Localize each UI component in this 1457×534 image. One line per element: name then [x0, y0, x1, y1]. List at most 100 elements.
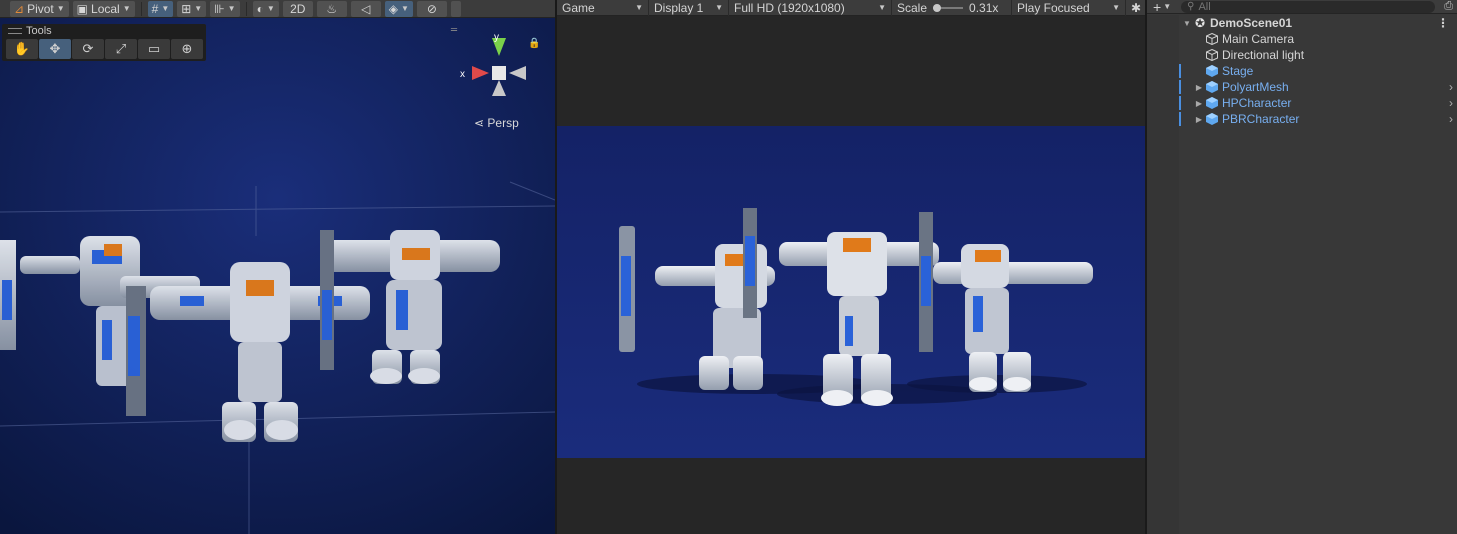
- chevron-down-icon: ▼: [635, 3, 643, 12]
- 2d-toggle-button[interactable]: 2D: [282, 0, 313, 17]
- hierarchy-search-input[interactable]: [1198, 0, 1399, 13]
- transform-tool-button[interactable]: ⊕: [171, 39, 203, 59]
- hierarchy-item[interactable]: Stage: [1147, 63, 1457, 79]
- chevron-down-icon: ▼: [878, 3, 886, 12]
- gameobject-cube-icon: [1205, 33, 1219, 45]
- game-view[interactable]: Game ▼ Display 1 ▼ Full HD (1920x1080) ▼…: [555, 0, 1145, 534]
- lighting-toggle-button[interactable]: ♨: [316, 0, 347, 17]
- hierarchy-item[interactable]: Directional light: [1147, 47, 1457, 63]
- chevron-down-icon: ▼: [161, 4, 170, 13]
- tools-title: Tools: [26, 25, 52, 37]
- layers-icon: ◈: [388, 1, 398, 16]
- scale-icon: ⤢: [115, 41, 127, 56]
- hierarchy-panel[interactable]: + ▼ ⚲ ⎙ ▼ ✪ DemoScene01 ⋮ Main Camera Dir…: [1145, 0, 1457, 534]
- chevron-down-icon: ▼: [1163, 2, 1172, 11]
- scene-name: DemoScene01: [1210, 16, 1293, 30]
- hierarchy-search[interactable]: ⚲: [1181, 0, 1436, 13]
- prefab-override-marker: [1179, 96, 1181, 110]
- open-prefab-chevron-icon[interactable]: ›: [1449, 96, 1453, 110]
- persp-icon: ⋖: [474, 116, 485, 130]
- gameobject-cube-icon: [1205, 49, 1219, 61]
- bulb-icon: ♨: [326, 1, 338, 16]
- chevron-down-icon: ▼: [194, 4, 203, 13]
- hierarchy-item-label: Directional light: [1222, 48, 1305, 62]
- resolution-dropdown[interactable]: Full HD (1920x1080) ▼: [729, 0, 892, 16]
- lock-toggle-icon[interactable]: ⎙: [1444, 0, 1453, 13]
- hierarchy-item-label: Stage: [1222, 64, 1254, 78]
- ruler-icon: ⊪: [214, 1, 225, 16]
- chevron-down-icon: ▼: [1112, 3, 1120, 12]
- expand-arrow-icon[interactable]: ▶: [1193, 115, 1205, 124]
- hierarchy-item[interactable]: ▶ HPCharacter ›: [1147, 95, 1457, 111]
- chevron-down-icon: ▼: [227, 4, 236, 13]
- view-type-label: Game: [562, 0, 595, 15]
- hierarchy-item-label: Main Camera: [1222, 32, 1295, 46]
- chevron-down-icon: ▼: [266, 4, 275, 13]
- scale-slider[interactable]: [933, 3, 964, 12]
- eye-hidden-icon: ⊘: [426, 1, 437, 16]
- search-icon: ⚲: [1187, 1, 1195, 12]
- hand-icon: ✋: [13, 41, 31, 56]
- grid-visibility-button[interactable]: ⊞ ▼: [177, 0, 207, 17]
- projection-toggle[interactable]: ⋖ Persp: [474, 116, 519, 130]
- scene-menu-icon[interactable]: ⋮: [1437, 16, 1449, 30]
- hierarchy-item-label: PBRCharacter: [1222, 112, 1300, 126]
- gizmo-drag-handle-icon: ═: [450, 25, 458, 36]
- expand-arrow-icon[interactable]: ▶: [1193, 83, 1205, 92]
- pivot-dropdown[interactable]: ⊿ Pivot ▼: [10, 0, 69, 17]
- scale-value: 0.31x: [969, 0, 999, 15]
- grid-snap-icon: #: [151, 1, 159, 16]
- scale-tool-button[interactable]: ⤢: [105, 39, 137, 59]
- effects-toggle-button[interactable]: ◈ ▼: [384, 0, 413, 17]
- move-icon: ✥: [49, 41, 61, 56]
- hierarchy-item[interactable]: ▶ PolyartMesh ›: [1147, 79, 1457, 95]
- chevron-down-icon: ▼: [715, 3, 723, 12]
- grid-snap-button[interactable]: # ▼: [147, 0, 174, 17]
- grip-icon[interactable]: [8, 28, 22, 34]
- audio-toggle-button[interactable]: ◁: [350, 0, 381, 17]
- expand-arrow-icon[interactable]: ▼: [1181, 19, 1193, 28]
- rotate-tool-button[interactable]: ⟳: [72, 39, 104, 59]
- expand-arrow-icon[interactable]: ▶: [1193, 99, 1205, 108]
- prefab-cube-icon: [1205, 81, 1219, 93]
- scene-viewport[interactable]: y x ═ 🔒: [0, 18, 555, 534]
- play-mode-dropdown[interactable]: Play Focused ▼: [1012, 0, 1126, 16]
- scale-label: Scale: [897, 0, 928, 15]
- open-prefab-chevron-icon[interactable]: ›: [1449, 112, 1453, 126]
- scene-row[interactable]: ▼ ✪ DemoScene01 ⋮: [1147, 15, 1457, 31]
- camera-settings-button[interactable]: [450, 0, 461, 17]
- increment-snap-button[interactable]: ⊪ ▼: [210, 0, 240, 17]
- scene-visibility-button[interactable]: ⊘: [416, 0, 447, 17]
- prefab-cube-icon: [1205, 97, 1219, 109]
- display-dropdown[interactable]: Display 1 ▼: [649, 0, 729, 16]
- local-dropdown[interactable]: ▣ Local ▼: [72, 0, 135, 17]
- rect-tool-button[interactable]: ▭: [138, 39, 170, 59]
- hand-tool-button[interactable]: ✋: [6, 39, 38, 59]
- prefab-cube-icon: [1205, 65, 1219, 77]
- resolution-label: Full HD (1920x1080): [734, 0, 845, 15]
- transform-icon: ⊕: [181, 41, 193, 56]
- prefab-override-marker: [1179, 80, 1181, 94]
- game-render-area[interactable]: [557, 126, 1145, 458]
- local-cube-icon: ▣: [76, 1, 89, 16]
- bug-icon: ✱: [1130, 0, 1142, 15]
- sphere-icon: ◐: [256, 1, 264, 16]
- add-object-button[interactable]: + ▼: [1153, 0, 1171, 15]
- shading-mode-button[interactable]: ◐ ▼: [252, 0, 279, 17]
- scale-control: Scale 0.31x: [892, 0, 1012, 16]
- tools-overlay[interactable]: Tools ✋ ✥ ⟳ ⤢ ▭ ⊕: [2, 24, 206, 61]
- hierarchy-toolbar: + ▼ ⚲ ⎙: [1147, 0, 1457, 15]
- toolbar-divider: [140, 1, 142, 16]
- scene-view[interactable]: ⊿ Pivot ▼ ▣ Local ▼ # ▼ ⊞ ▼ ⊪ ▼ ◐ ▼ 2D ♨…: [0, 0, 555, 534]
- scale-slider-thumb[interactable]: [933, 3, 942, 12]
- hierarchy-item[interactable]: ▶ PBRCharacter ›: [1147, 111, 1457, 127]
- view-type-dropdown[interactable]: Game ▼: [557, 0, 649, 16]
- game-toolbar: Game ▼ Display 1 ▼ Full HD (1920x1080) ▼…: [557, 0, 1145, 16]
- hierarchy-item[interactable]: Main Camera: [1147, 31, 1457, 47]
- move-tool-button[interactable]: ✥: [39, 39, 71, 59]
- open-prefab-chevron-icon[interactable]: ›: [1449, 80, 1453, 94]
- debug-button[interactable]: ✱: [1126, 0, 1145, 16]
- hierarchy-tree: ▼ ✪ DemoScene01 ⋮ Main Camera Directional…: [1147, 15, 1457, 127]
- gizmo-x-label: x: [460, 69, 465, 80]
- toolbar-divider: [245, 1, 247, 16]
